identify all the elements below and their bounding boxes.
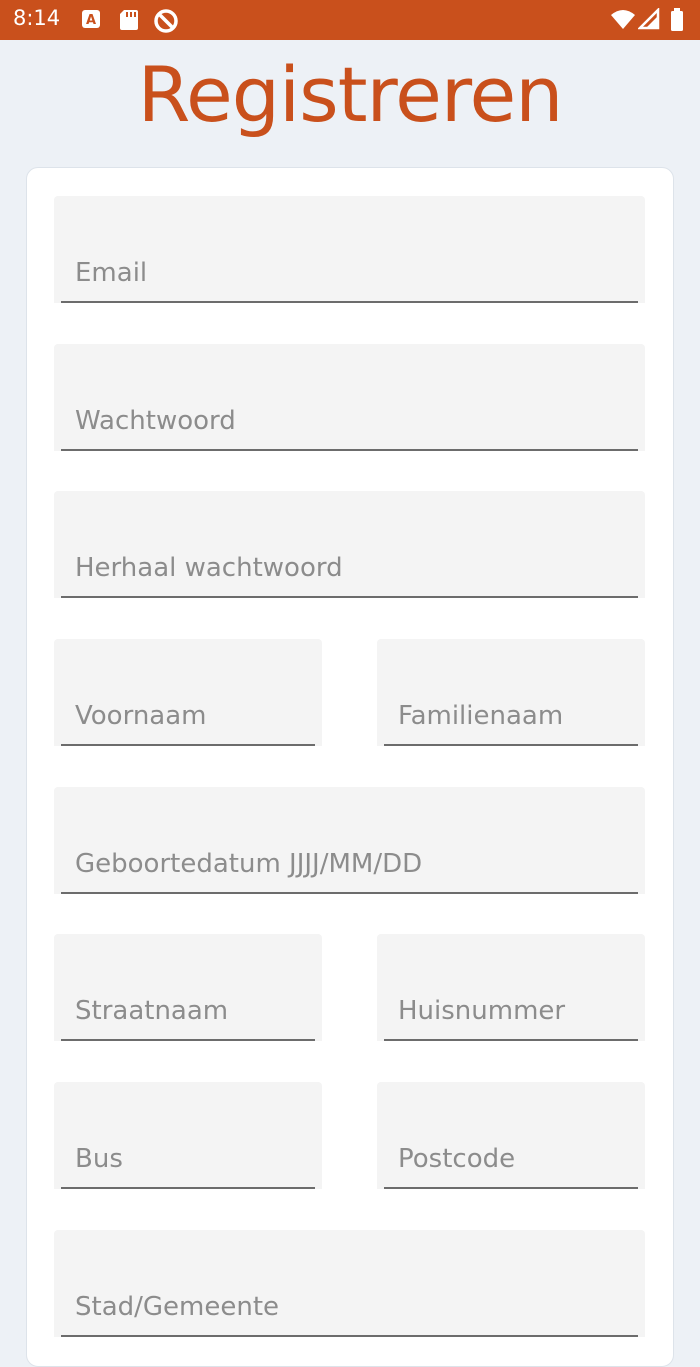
field-underline bbox=[384, 1039, 638, 1041]
no-sync-icon bbox=[153, 8, 178, 33]
password-field[interactable]: Wachtwoord bbox=[54, 344, 645, 451]
signal-icon bbox=[636, 6, 662, 32]
status-bar: 8:14 A bbox=[0, 0, 700, 40]
postal-code-field[interactable]: Postcode bbox=[377, 1082, 645, 1189]
password-placeholder: Wachtwoord bbox=[75, 406, 236, 436]
svg-text:A: A bbox=[86, 13, 96, 28]
field-underline bbox=[384, 1187, 638, 1189]
field-underline bbox=[61, 744, 315, 746]
repeat-password-placeholder: Herhaal wachtwoord bbox=[75, 553, 343, 583]
city-placeholder: Stad/Gemeente bbox=[75, 1292, 280, 1322]
page-title: Registreren bbox=[137, 50, 564, 139]
repeat-password-field[interactable]: Herhaal wachtwoord bbox=[54, 491, 645, 598]
battery-icon bbox=[670, 8, 694, 32]
email-field[interactable]: Email bbox=[54, 196, 645, 303]
last-name-placeholder: Familienaam bbox=[398, 701, 564, 731]
postal-code-placeholder: Postcode bbox=[398, 1144, 516, 1174]
field-underline bbox=[61, 449, 638, 451]
birthdate-placeholder: Geboortedatum JJJJ/MM/DD bbox=[75, 849, 423, 879]
sd-card-icon bbox=[118, 8, 142, 32]
first-name-placeholder: Voornaam bbox=[75, 701, 207, 731]
field-underline bbox=[384, 744, 638, 746]
first-name-field[interactable]: Voornaam bbox=[54, 639, 322, 746]
bus-placeholder: Bus bbox=[75, 1144, 123, 1174]
field-underline bbox=[61, 1187, 315, 1189]
field-underline bbox=[61, 301, 638, 303]
field-underline bbox=[61, 892, 638, 894]
street-field[interactable]: Straatnaam bbox=[54, 934, 322, 1041]
field-underline bbox=[61, 1335, 638, 1337]
last-name-field[interactable]: Familienaam bbox=[377, 639, 645, 746]
birthdate-field[interactable]: Geboortedatum JJJJ/MM/DD bbox=[54, 787, 645, 894]
status-time: 8:14 bbox=[13, 6, 61, 30]
field-underline bbox=[61, 1039, 315, 1041]
bus-field[interactable]: Bus bbox=[54, 1082, 322, 1189]
street-placeholder: Straatnaam bbox=[75, 996, 229, 1026]
email-placeholder: Email bbox=[75, 258, 148, 288]
a-badge-icon: A bbox=[80, 8, 104, 32]
city-field[interactable]: Stad/Gemeente bbox=[54, 1230, 645, 1337]
house-number-placeholder: Huisnummer bbox=[398, 996, 566, 1026]
house-number-field[interactable]: Huisnummer bbox=[377, 934, 645, 1041]
wifi-icon bbox=[610, 8, 635, 32]
field-underline bbox=[61, 596, 638, 598]
